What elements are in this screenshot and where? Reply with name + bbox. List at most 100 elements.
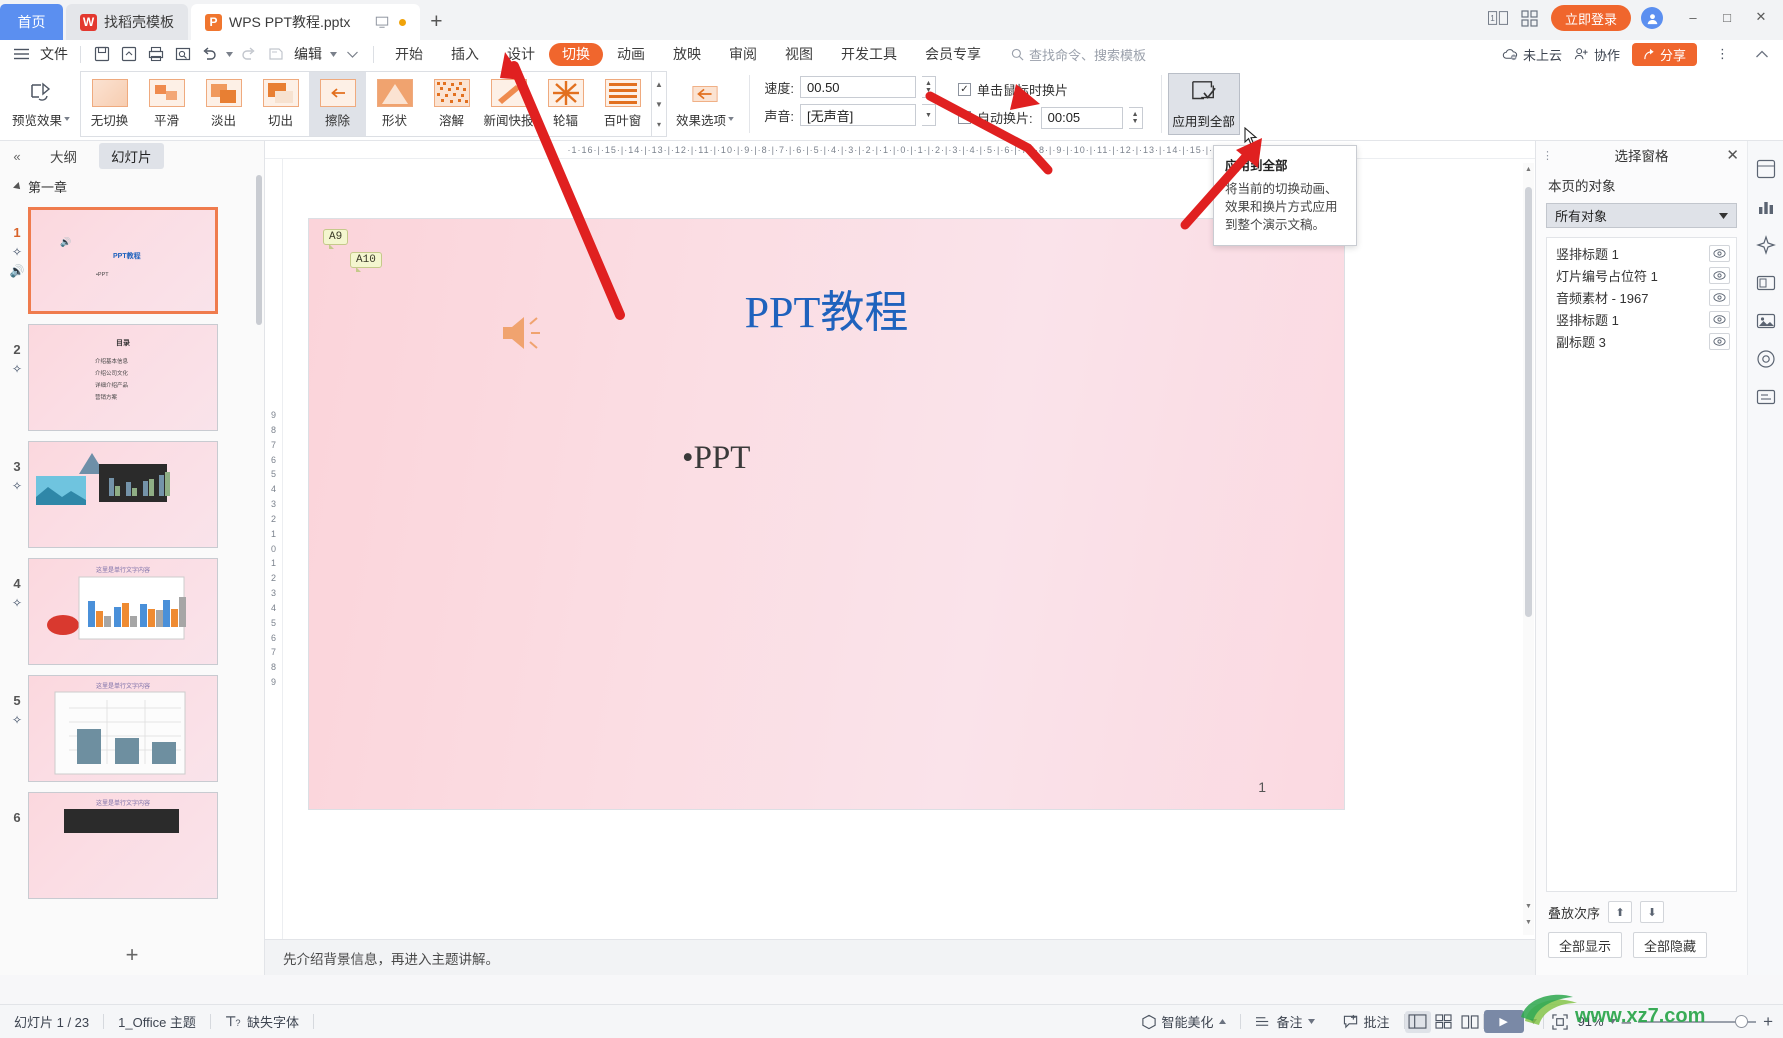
- auto-advance-row[interactable]: 自动换片: 00:05 ▲ ▼: [958, 106, 1143, 129]
- tab-ppt-file[interactable]: P WPS PPT教程.pptx: [191, 4, 421, 40]
- slide-thumbnail[interactable]: 目录 介绍基本信息 介绍公司文化 详细介绍产品 营销方案: [28, 324, 218, 431]
- comment-button[interactable]: 批注: [1329, 1012, 1404, 1031]
- fit-to-window-icon[interactable]: [1544, 1013, 1576, 1030]
- zoom-dropdown-icon[interactable]: [1606, 1019, 1622, 1024]
- close-icon[interactable]: ✕: [1726, 146, 1739, 164]
- transition-shape[interactable]: 形状: [366, 72, 423, 136]
- zoom-in-button[interactable]: +: [1763, 1013, 1773, 1030]
- redo-icon[interactable]: [235, 42, 262, 66]
- avatar[interactable]: [1641, 7, 1663, 29]
- speed-input[interactable]: 00.50: [800, 76, 916, 98]
- close-button[interactable]: ✕: [1745, 2, 1777, 32]
- list-item[interactable]: 副标题 3: [1547, 330, 1736, 352]
- missing-font-status[interactable]: ? 缺失字体: [211, 1012, 313, 1031]
- cloud-status[interactable]: 未上云: [1502, 45, 1562, 64]
- ribbon-tab-devtools[interactable]: 开发工具: [827, 42, 911, 66]
- design-icon[interactable]: [1754, 271, 1778, 295]
- slide-thumbnail-item[interactable]: 2 ✧ 目录 介绍基本信息 介绍公司文化 详细介绍产品 营销方案: [0, 319, 264, 436]
- ribbon-tab-animation[interactable]: 动画: [603, 42, 659, 66]
- list-item[interactable]: 竖排标题 1: [1547, 242, 1736, 264]
- animation-star-icon[interactable]: ✧: [12, 245, 22, 259]
- animation-star-icon[interactable]: ✧: [12, 596, 22, 610]
- normal-view-icon[interactable]: [1404, 1010, 1431, 1033]
- dual-screen-icon[interactable]: 1: [1487, 7, 1509, 29]
- slide-sorter-icon[interactable]: [1431, 1011, 1457, 1033]
- slide-thumbnail[interactable]: 这里是单行文字内容: [28, 675, 218, 782]
- transition-dissolve[interactable]: 溶解: [423, 72, 480, 136]
- scroll-up-arrow-icon[interactable]: ▲: [1523, 163, 1534, 176]
- animation-star-icon[interactable]: ✧: [12, 362, 22, 376]
- collapse-pane-icon[interactable]: «: [6, 149, 28, 164]
- collapse-section-icon[interactable]: [13, 181, 23, 192]
- feature-board-icon[interactable]: [1754, 157, 1778, 181]
- ribbon-tab-view[interactable]: 视图: [771, 42, 827, 66]
- tab-outline[interactable]: 大纲: [38, 143, 89, 169]
- minimize-button[interactable]: –: [1677, 2, 1709, 32]
- vertical-ruler[interactable]: 9 8 7 6 5 4 3 2 1 0 1 2 3 4 5 6 7 8 9: [265, 159, 283, 939]
- canvas[interactable]: A9 A10 PPT教程 •PPT 1: [283, 159, 1521, 939]
- zoom-knob[interactable]: [1735, 1014, 1749, 1028]
- hamburger-menu-icon[interactable]: [8, 42, 35, 66]
- transition-cut[interactable]: 切出: [252, 72, 309, 136]
- chart-tool-icon[interactable]: [1754, 195, 1778, 219]
- save-icon[interactable]: [88, 42, 115, 66]
- slide-thumbnail-item[interactable]: 1 ✧ 🔊 🔊 PPT教程 •PPT: [0, 202, 264, 319]
- edit-dropdown-icon[interactable]: [327, 42, 339, 66]
- gallery-expand[interactable]: ▾: [652, 114, 666, 134]
- more-options-icon[interactable]: ⋮: [1709, 42, 1736, 66]
- gallery-scroll-up[interactable]: ▲: [652, 74, 666, 94]
- effect-options-button[interactable]: 效果选项: [667, 71, 743, 137]
- transition-newsflash[interactable]: 新闻快报: [480, 72, 537, 136]
- current-slide[interactable]: A9 A10 PPT教程 •PPT 1: [309, 219, 1344, 809]
- reading-view-icon[interactable]: [1457, 1011, 1483, 1033]
- zoom-out-button[interactable]: –: [1622, 1013, 1631, 1030]
- print-icon[interactable]: [142, 42, 169, 66]
- animation-star-icon[interactable]: ✧: [12, 479, 22, 493]
- slide-pane-scrollbar[interactable]: [256, 175, 262, 325]
- transition-none[interactable]: 无切换: [81, 72, 138, 136]
- tab-slides[interactable]: 幻灯片: [99, 143, 164, 169]
- slideshow-dropdown-icon[interactable]: [1524, 1019, 1543, 1024]
- ribbon-tab-transition[interactable]: 切换: [549, 42, 603, 66]
- auto-advance-spinner[interactable]: ▲ ▼: [1128, 106, 1143, 129]
- theme-label[interactable]: 1_Office 主题: [104, 1012, 210, 1031]
- ribbon-tab-member[interactable]: 会员专享: [911, 42, 995, 66]
- visibility-eye-icon[interactable]: [1709, 266, 1730, 284]
- login-button[interactable]: 立即登录: [1550, 5, 1631, 31]
- auto-advance-input[interactable]: 00:05: [1040, 106, 1123, 129]
- transition-blinds[interactable]: 百叶窗: [594, 72, 651, 136]
- slide-thumbnail-item[interactable]: 3 ✧: [0, 436, 264, 553]
- format-painter-icon[interactable]: [262, 42, 289, 66]
- scrollbar-thumb[interactable]: [1525, 187, 1532, 617]
- save-as-cloud-icon[interactable]: [115, 42, 142, 66]
- edit-menu[interactable]: 编辑: [289, 44, 327, 64]
- slide-thumbnail[interactable]: 这里是单行文字内容: [28, 558, 218, 665]
- ribbon-tab-design[interactable]: 设计: [493, 42, 549, 66]
- visibility-eye-icon[interactable]: [1709, 244, 1730, 262]
- drag-handle-icon[interactable]: ⋮: [1542, 149, 1553, 162]
- ribbon-tab-insert[interactable]: 插入: [437, 42, 493, 66]
- print-preview-icon[interactable]: [169, 42, 196, 66]
- zoom-track[interactable]: [1638, 1014, 1757, 1028]
- smart-beautify-button[interactable]: 智能美化: [1127, 1012, 1240, 1031]
- preview-effect-button[interactable]: 预览效果: [4, 71, 78, 137]
- more-toolbar-icon[interactable]: [339, 42, 366, 66]
- slide-thumbnail-item[interactable]: 4 ✧ 这里是单行文字内容: [0, 553, 264, 670]
- gallery-scroll-down[interactable]: ▼: [652, 94, 666, 114]
- bring-forward-button[interactable]: ⬆: [1608, 901, 1633, 923]
- visibility-eye-icon[interactable]: [1709, 332, 1730, 350]
- image-icon[interactable]: [1754, 309, 1778, 333]
- notes-pane[interactable]: 先介绍背景信息，再进入主题讲解。: [265, 939, 1535, 975]
- apply-to-all-button[interactable]: 应用到全部: [1167, 73, 1240, 135]
- animation-tag-a10[interactable]: A10: [350, 252, 382, 272]
- editor-vertical-scrollbar[interactable]: ▲ ▼ ▼: [1523, 163, 1534, 935]
- file-menu[interactable]: 文件: [35, 44, 73, 64]
- transition-wheel[interactable]: 轮辐: [537, 72, 594, 136]
- slide-thumbnail[interactable]: 这里是单行文字内容: [28, 792, 218, 899]
- slide-thumbnail-item[interactable]: 6 这里是单行文字内容: [0, 787, 264, 904]
- animation-star-icon[interactable]: ✧: [12, 713, 22, 727]
- undo-icon[interactable]: [196, 42, 223, 66]
- speed-spinner[interactable]: ▲ ▼: [922, 76, 936, 98]
- monitor-icon[interactable]: [375, 15, 389, 29]
- search-command-box[interactable]: 查找命令、搜索模板: [1011, 45, 1146, 64]
